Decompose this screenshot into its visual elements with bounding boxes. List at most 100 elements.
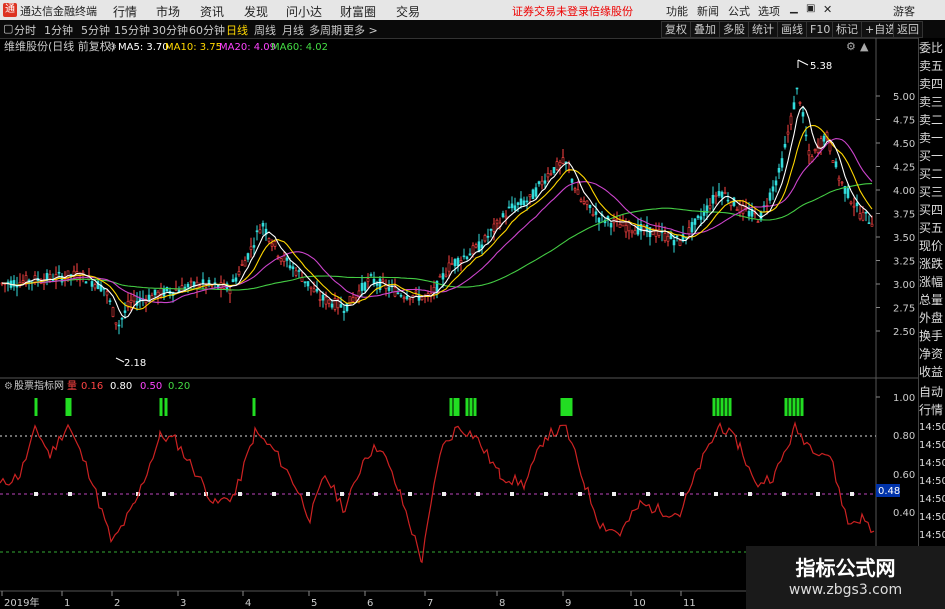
main-ytick: 3.50	[893, 233, 915, 244]
tab-timeshare[interactable]: 分时	[14, 22, 36, 38]
quote-field-13: 涨幅	[919, 275, 944, 289]
time-label-0: 14:50	[919, 422, 945, 433]
candle-body	[402, 297, 406, 300]
candle-body	[369, 274, 373, 276]
candle-body	[633, 230, 637, 235]
midline-dot	[374, 492, 378, 496]
tab-monthly[interactable]: 月线	[282, 22, 304, 38]
back-button[interactable]: 返回	[893, 21, 923, 38]
settings-icon[interactable]: ⚙	[846, 40, 856, 53]
high-pointer	[797, 59, 809, 66]
candle-body	[444, 274, 448, 277]
quote-field-9: 买四	[919, 203, 944, 217]
draw-line-button[interactable]: 画线	[777, 21, 807, 38]
tab-15min[interactable]: 15分钟	[114, 22, 150, 38]
candle-body	[663, 233, 667, 241]
candle-body	[522, 200, 526, 206]
candle-body	[570, 178, 574, 183]
candle-body	[546, 173, 550, 178]
candle-body	[507, 206, 511, 209]
midline-dot	[476, 492, 480, 496]
candle-body	[333, 298, 337, 310]
candle-body	[615, 218, 619, 221]
midline-dot	[34, 492, 38, 496]
restore-icon[interactable]: ▣	[806, 3, 815, 14]
candle-body	[231, 279, 235, 283]
low-pointer	[115, 357, 125, 363]
menu-item-trade[interactable]: 交易	[396, 3, 420, 20]
close-icon[interactable]: ✕	[823, 3, 832, 16]
buy-signal-bar	[712, 398, 716, 416]
chart-canvas[interactable]: 维维股份(日线 前复权) ⚙ MA5: 3.70 MA10: 3.75 MA20…	[0, 38, 918, 609]
menu-options[interactable]: 选项	[758, 3, 780, 19]
multi-stock-button[interactable]: 多股	[719, 21, 749, 38]
login-warning[interactable]: 证券交易未登录	[512, 3, 589, 19]
candle-body	[528, 194, 532, 198]
mark-button[interactable]: 标记	[832, 21, 862, 38]
tab-30min[interactable]: 30分钟	[152, 22, 188, 38]
candle-body	[783, 144, 787, 148]
candle-body	[489, 228, 493, 231]
quote-panel: 委比 卖五 卖四 卖三 卖二 卖一 买一 买二 买三 买四 买五 现价 涨跌 涨幅 总量 外盘 换手 净资 收益 自…	[918, 38, 945, 609]
candle-body	[588, 204, 592, 208]
menu-news[interactable]: 新闻	[697, 3, 719, 19]
main-ytick: 2.75	[893, 304, 915, 315]
menu-item-market-quotes[interactable]: 行情	[113, 3, 137, 20]
lock-icon[interactable]: ▢	[3, 22, 13, 35]
candle-body	[312, 288, 316, 293]
tab-weekly[interactable]: 周线	[254, 22, 276, 38]
candle-body	[807, 150, 811, 156]
guest-label[interactable]: 游客	[893, 3, 915, 19]
tab-60min[interactable]: 60分钟	[189, 22, 225, 38]
menu-item-market[interactable]: 市场	[156, 3, 180, 20]
candle-body	[861, 212, 865, 221]
menu-formula[interactable]: 公式	[728, 3, 750, 19]
candle-body	[492, 223, 496, 232]
candle-body	[483, 235, 487, 242]
menu-item-news[interactable]: 资讯	[200, 3, 224, 20]
quote-field-8: 买三	[919, 185, 944, 199]
menu-item-discover[interactable]: 发现	[244, 3, 268, 20]
candle-body	[465, 256, 469, 260]
tab-5min[interactable]: 5分钟	[81, 22, 110, 38]
tab-daily[interactable]: 日线	[226, 22, 248, 38]
menu-function[interactable]: 功能	[666, 3, 688, 19]
tab-1min[interactable]: 1分钟	[44, 22, 73, 38]
quote-label[interactable]: 行情	[919, 402, 945, 418]
tab-multi-period[interactable]: 多周期	[309, 22, 342, 38]
candle-body	[771, 186, 775, 192]
candle-body	[798, 101, 802, 104]
candle-body	[720, 191, 724, 198]
buy-signal-bar	[159, 398, 163, 416]
candle-body	[630, 230, 634, 234]
candle-body	[375, 283, 379, 286]
buy-signal-bar	[569, 398, 573, 416]
settings-gear-icon[interactable]: ⚙	[108, 42, 117, 53]
menu-item-ask[interactable]: 问小达	[286, 3, 322, 20]
app-logo-icon: 通	[3, 3, 17, 17]
candle-body	[834, 161, 838, 168]
quote-field-7: 买二	[919, 167, 944, 181]
candle-body	[540, 180, 544, 186]
statistics-button[interactable]: 统计	[748, 21, 778, 38]
candle-body	[846, 188, 850, 198]
tab-more[interactable]: 更多 >	[343, 22, 378, 38]
minimize-icon[interactable]: ▁	[790, 3, 798, 14]
candle-body	[726, 199, 730, 202]
candle-body	[306, 281, 310, 287]
menu-item-wealth[interactable]: 财富圈	[340, 3, 376, 20]
candle-body	[330, 303, 334, 308]
adjust-button[interactable]: 复权	[661, 21, 691, 38]
candle-body	[870, 223, 874, 227]
candle-body	[288, 265, 292, 269]
candle-body	[774, 180, 778, 186]
candle-body	[372, 278, 376, 284]
watermark-url: www.zbgs3.com	[788, 582, 903, 598]
candle-body	[837, 177, 841, 181]
overlay-button[interactable]: 叠加	[690, 21, 720, 38]
auto-quote-label[interactable]: 自动	[919, 384, 945, 400]
candle-body	[714, 194, 718, 198]
indicator-gear-icon[interactable]: ⚙	[4, 381, 13, 392]
f10-button[interactable]: F10	[806, 21, 835, 38]
collapse-icon[interactable]: ▲	[860, 40, 869, 53]
